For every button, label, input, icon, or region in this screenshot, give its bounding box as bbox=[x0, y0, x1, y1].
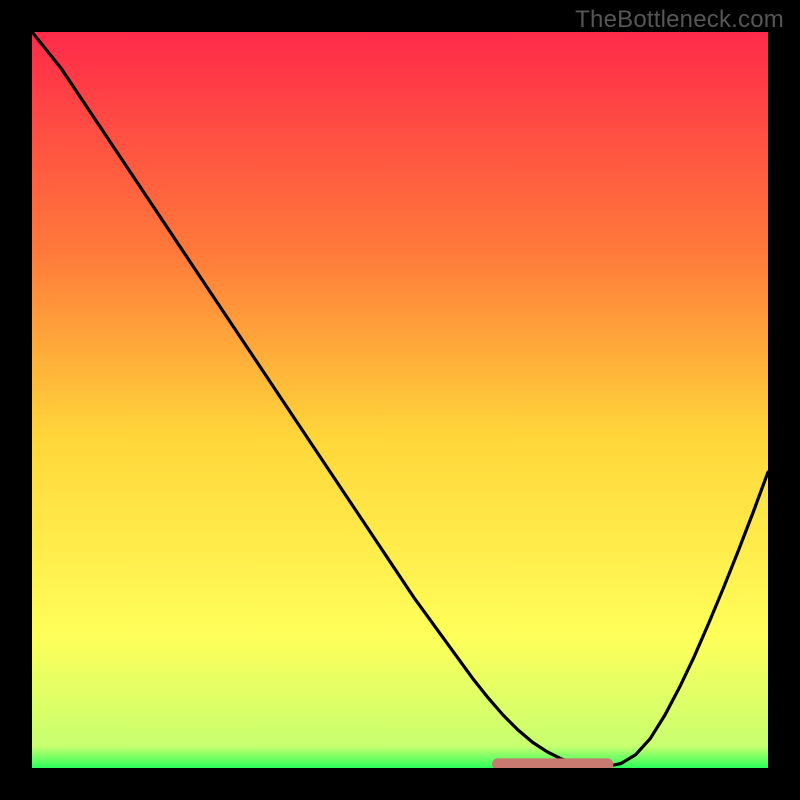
chart-plot-area bbox=[32, 32, 768, 768]
watermark-text: TheBottleneck.com bbox=[575, 6, 784, 34]
chart-container: TheBottleneck.com bbox=[0, 0, 800, 800]
chart-svg bbox=[32, 32, 768, 768]
